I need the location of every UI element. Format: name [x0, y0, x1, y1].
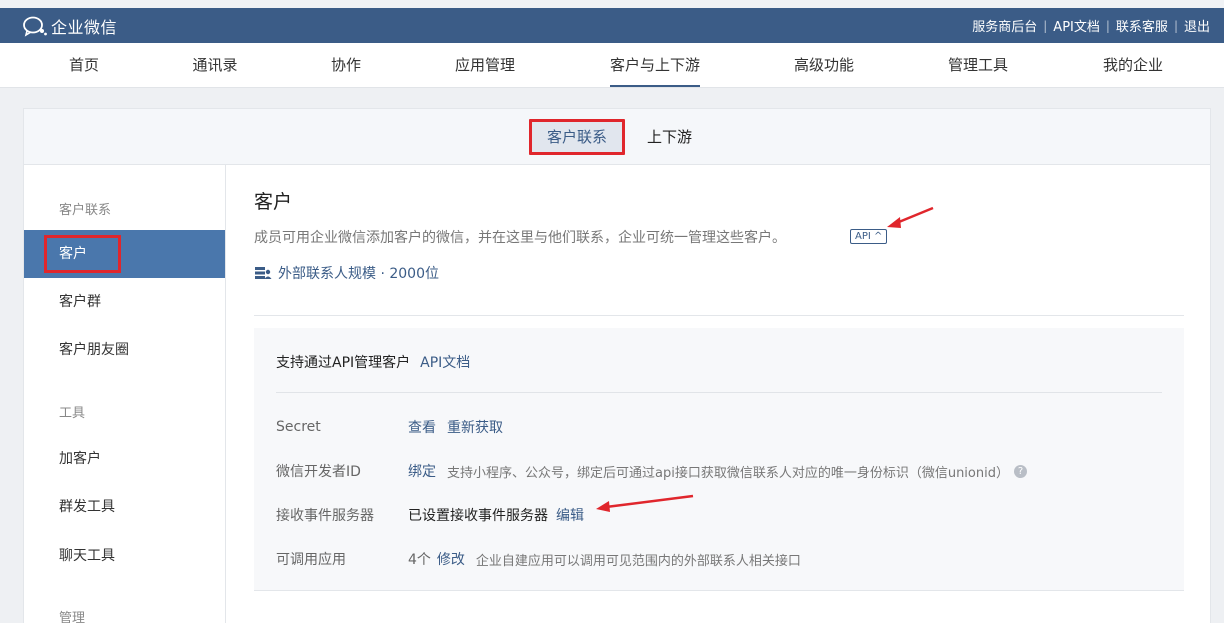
content-area: 客户 成员可用企业微信添加客户的微信，并在这里与他们联系，企业可统一管理这些客户…: [254, 165, 1184, 623]
sidebar: 客户联系 客户 客户群 客户朋友圈 工具 加客户 群发工具 聊天工具 管理: [24, 165, 226, 623]
tab-upstream-downstream[interactable]: 上下游: [647, 109, 692, 165]
edit-event-server-link[interactable]: 编辑: [556, 505, 584, 525]
bind-developer-id-link[interactable]: 绑定: [408, 461, 436, 481]
sidebar-item-label: 群发工具: [59, 499, 115, 515]
nav-management-tools[interactable]: 管理工具: [948, 43, 1008, 87]
sidebar-item-label: 聊天工具: [59, 548, 115, 564]
event-server-status: 已设置接收事件服务器: [408, 508, 548, 524]
sidebar-item-customer-group[interactable]: 客户群: [24, 278, 225, 326]
api-settings-panel: 支持通过API管理客户 API文档 Secret 查看 重新获取 微信开发者ID…: [254, 328, 1184, 591]
divider: |: [1043, 18, 1048, 33]
annotation-arrow-icon: [887, 206, 934, 228]
divider: [276, 392, 1162, 393]
contact-support-link[interactable]: 联系客服: [1116, 16, 1168, 35]
contacts-stack-icon: [255, 267, 272, 279]
sidebar-item-label: 客户朋友圈: [59, 342, 129, 358]
nav-customers-upstream-downstream[interactable]: 客户与上下游: [609, 43, 701, 87]
main-card: 客户联系 上下游 客户联系 客户 客户群 客户朋友圈 工具 加客户 群发工具 聊…: [23, 108, 1211, 623]
sidebar-group-customer-contact: 客户联系: [59, 203, 112, 218]
top-strip: [0, 0, 1224, 8]
top-bar: 企业微信 服务商后台 | API文档 | 联系客服 | 退出: [0, 8, 1224, 43]
nav-home[interactable]: 首页: [69, 43, 99, 87]
divider: |: [1173, 18, 1178, 33]
sidebar-item-label: 客户: [59, 246, 87, 262]
quota-text: 外部联系人规模 · 2000位: [278, 266, 439, 282]
event-server-row: 接收事件服务器 已设置接收事件服务器 编辑: [276, 505, 595, 525]
logout-link[interactable]: 退出: [1184, 16, 1210, 35]
main-nav: 首页 通讯录 协作 应用管理 客户与上下游 高级功能 管理工具 我的企业: [0, 43, 1224, 88]
sidebar-item-add-customer[interactable]: 加客户: [24, 435, 225, 483]
provider-console-link[interactable]: 服务商后台: [972, 16, 1037, 35]
top-links: 服务商后台 | API文档 | 联系客服 | 退出: [972, 16, 1210, 36]
nav-collaboration[interactable]: 协作: [331, 43, 361, 87]
help-icon[interactable]: ?: [1013, 464, 1027, 478]
modify-callable-apps-link[interactable]: 修改: [437, 549, 465, 569]
sidebar-item-label: 客户群: [59, 294, 101, 310]
callable-apps-row: 可调用应用 4个 修改 企业自建应用可以调用可见范围内的外部联系人相关接口: [276, 549, 801, 569]
callable-apps-count: 4个: [408, 552, 431, 568]
nav-advanced-features[interactable]: 高级功能: [794, 43, 854, 87]
api-docs-link[interactable]: API文档: [1053, 16, 1100, 35]
sidebar-group-manage: 管理: [59, 611, 86, 623]
wecom-logo-icon: [23, 16, 47, 37]
nav-app-management[interactable]: 应用管理: [455, 43, 515, 87]
tab-customer-contact[interactable]: 客户联系: [529, 119, 625, 155]
sidebar-item-label: 加客户: [59, 451, 101, 467]
event-server-label: 接收事件服务器: [276, 508, 374, 524]
developer-id-note: 支持小程序、公众号，绑定后可通过api接口获取微信联系人对应的唯一身份标识（微信…: [447, 465, 1009, 481]
sidebar-item-customer[interactable]: 客户: [24, 230, 225, 278]
callable-apps-note: 企业自建应用可以调用可见范围内的外部联系人相关接口: [475, 553, 801, 569]
callable-apps-label: 可调用应用: [276, 552, 346, 568]
divider: [254, 315, 1184, 316]
refresh-secret-link[interactable]: 重新获取: [447, 417, 503, 437]
panel-heading: 支持通过API管理客户 API文档: [276, 352, 470, 372]
nav-my-company[interactable]: 我的企业: [1103, 43, 1163, 87]
developer-id-row: 微信开发者ID 绑定 支持小程序、公众号，绑定后可通过api接口获取微信联系人对…: [276, 461, 1027, 481]
divider: |: [1105, 18, 1110, 33]
sidebar-item-chat-tools[interactable]: 聊天工具: [24, 532, 225, 580]
logo[interactable]: 企业微信: [22, 14, 117, 38]
page-description: 成员可用企业微信添加客户的微信，并在这里与他们联系，企业可统一管理这些客户。: [254, 230, 786, 246]
page-title: 客户: [254, 191, 293, 213]
panel-heading-text: 支持通过API管理客户: [276, 355, 411, 371]
developer-id-label: 微信开发者ID: [276, 464, 361, 480]
annotation-arrow-icon: [596, 494, 694, 512]
panel-api-docs-link[interactable]: API文档: [420, 352, 470, 372]
secret-row: Secret 查看 重新获取: [276, 417, 514, 437]
secret-label: Secret: [276, 419, 321, 435]
sidebar-item-customer-highlight: 客户: [44, 235, 121, 273]
sub-tabs: 客户联系 上下游: [24, 109, 1210, 165]
sidebar-item-mass-send[interactable]: 群发工具: [24, 483, 225, 531]
external-contact-quota[interactable]: 外部联系人规模 · 2000位: [254, 263, 439, 283]
sidebar-group-tools: 工具: [59, 406, 86, 421]
api-tag-button[interactable]: API ^: [850, 229, 888, 244]
sidebar-item-moments[interactable]: 客户朋友圈: [24, 326, 225, 374]
nav-contacts[interactable]: 通讯录: [192, 43, 237, 87]
view-secret-link[interactable]: 查看: [408, 417, 436, 437]
logo-text: 企业微信: [51, 18, 118, 37]
